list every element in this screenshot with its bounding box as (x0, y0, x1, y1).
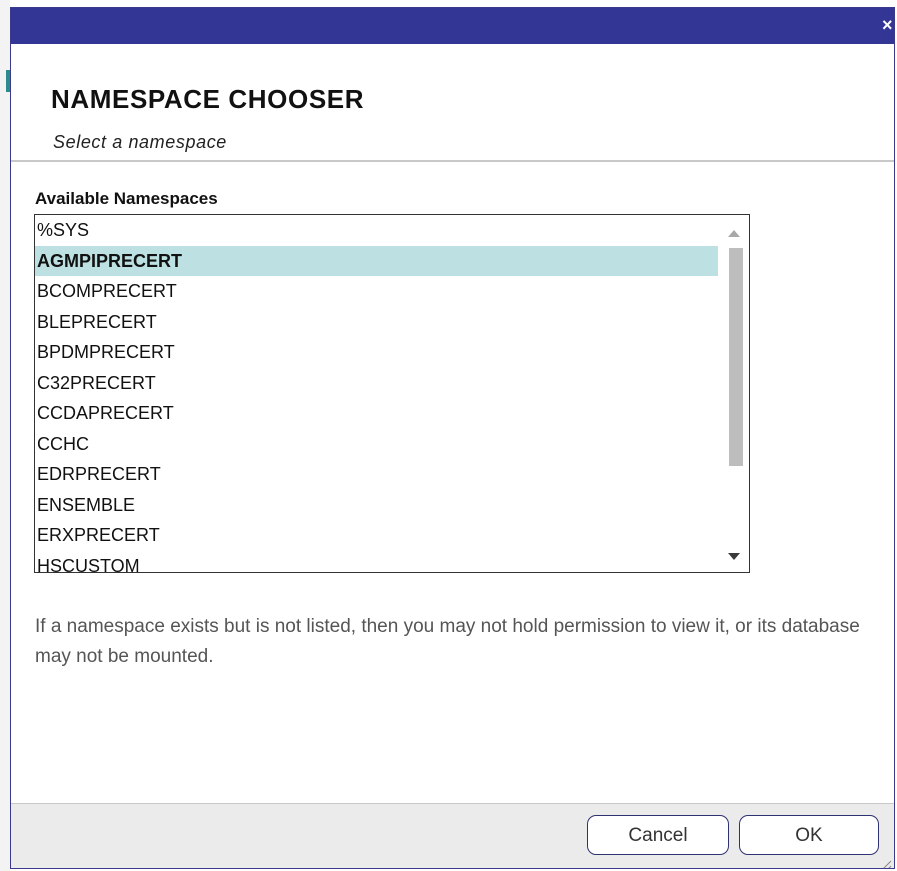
namespace-list-item[interactable]: %SYS (35, 215, 718, 246)
namespace-list-item[interactable]: ERXPRECERT (35, 520, 718, 551)
close-icon[interactable]: × (882, 15, 894, 35)
namespace-list-item[interactable]: BCOMPRECERT (35, 276, 718, 307)
namespace-list-item[interactable]: BLEPRECERT (35, 307, 718, 338)
dialog-subtitle: Select a namespace (53, 132, 227, 152)
dialog-header: NAMESPACE CHOOSER Select a namespace (11, 44, 894, 162)
namespace-list-item[interactable]: CCDAPRECERT (35, 398, 718, 429)
scroll-down-arrow-icon[interactable] (728, 553, 740, 560)
namespace-chooser-dialog: × NAMESPACE CHOOSER Select a namespace A… (10, 7, 895, 869)
resize-grip-icon[interactable] (878, 858, 892, 869)
namespace-list-item[interactable]: AGMPIPRECERT (35, 245, 718, 276)
dialog-titlebar: × (11, 8, 894, 44)
listbox-scrollbar[interactable] (719, 215, 749, 572)
background-page-strip (0, 0, 10, 871)
dialog-footer: Cancel OK (11, 803, 894, 869)
namespace-list: %SYS AGMPIPRECERT BCOMPRECERT BLEPRECERT BPD… (35, 215, 718, 573)
ok-button[interactable]: OK (739, 815, 879, 855)
namespace-list-item[interactable]: CCHC (35, 429, 718, 460)
available-namespaces-label: Available Namespaces (35, 189, 218, 208)
namespace-list-item[interactable]: ENSEMBLE (35, 490, 718, 521)
scroll-thumb[interactable] (729, 248, 743, 466)
permission-info-text: If a namespace exists but is not listed,… (35, 616, 860, 667)
namespace-list-item[interactable]: BPDMPRECERT (35, 337, 718, 368)
namespace-listbox[interactable]: %SYS AGMPIPRECERT BCOMPRECERT BLEPRECERT BPD… (34, 214, 750, 573)
cancel-button[interactable]: Cancel (587, 815, 729, 855)
namespace-list-item[interactable]: C32PRECERT (35, 368, 718, 399)
dialog-title: NAMESPACE CHOOSER (51, 84, 365, 114)
scroll-up-arrow-icon[interactable] (728, 230, 740, 237)
namespace-list-item[interactable]: HSCUSTOM (35, 551, 718, 573)
namespace-list-item[interactable]: EDRPRECERT (35, 459, 718, 490)
